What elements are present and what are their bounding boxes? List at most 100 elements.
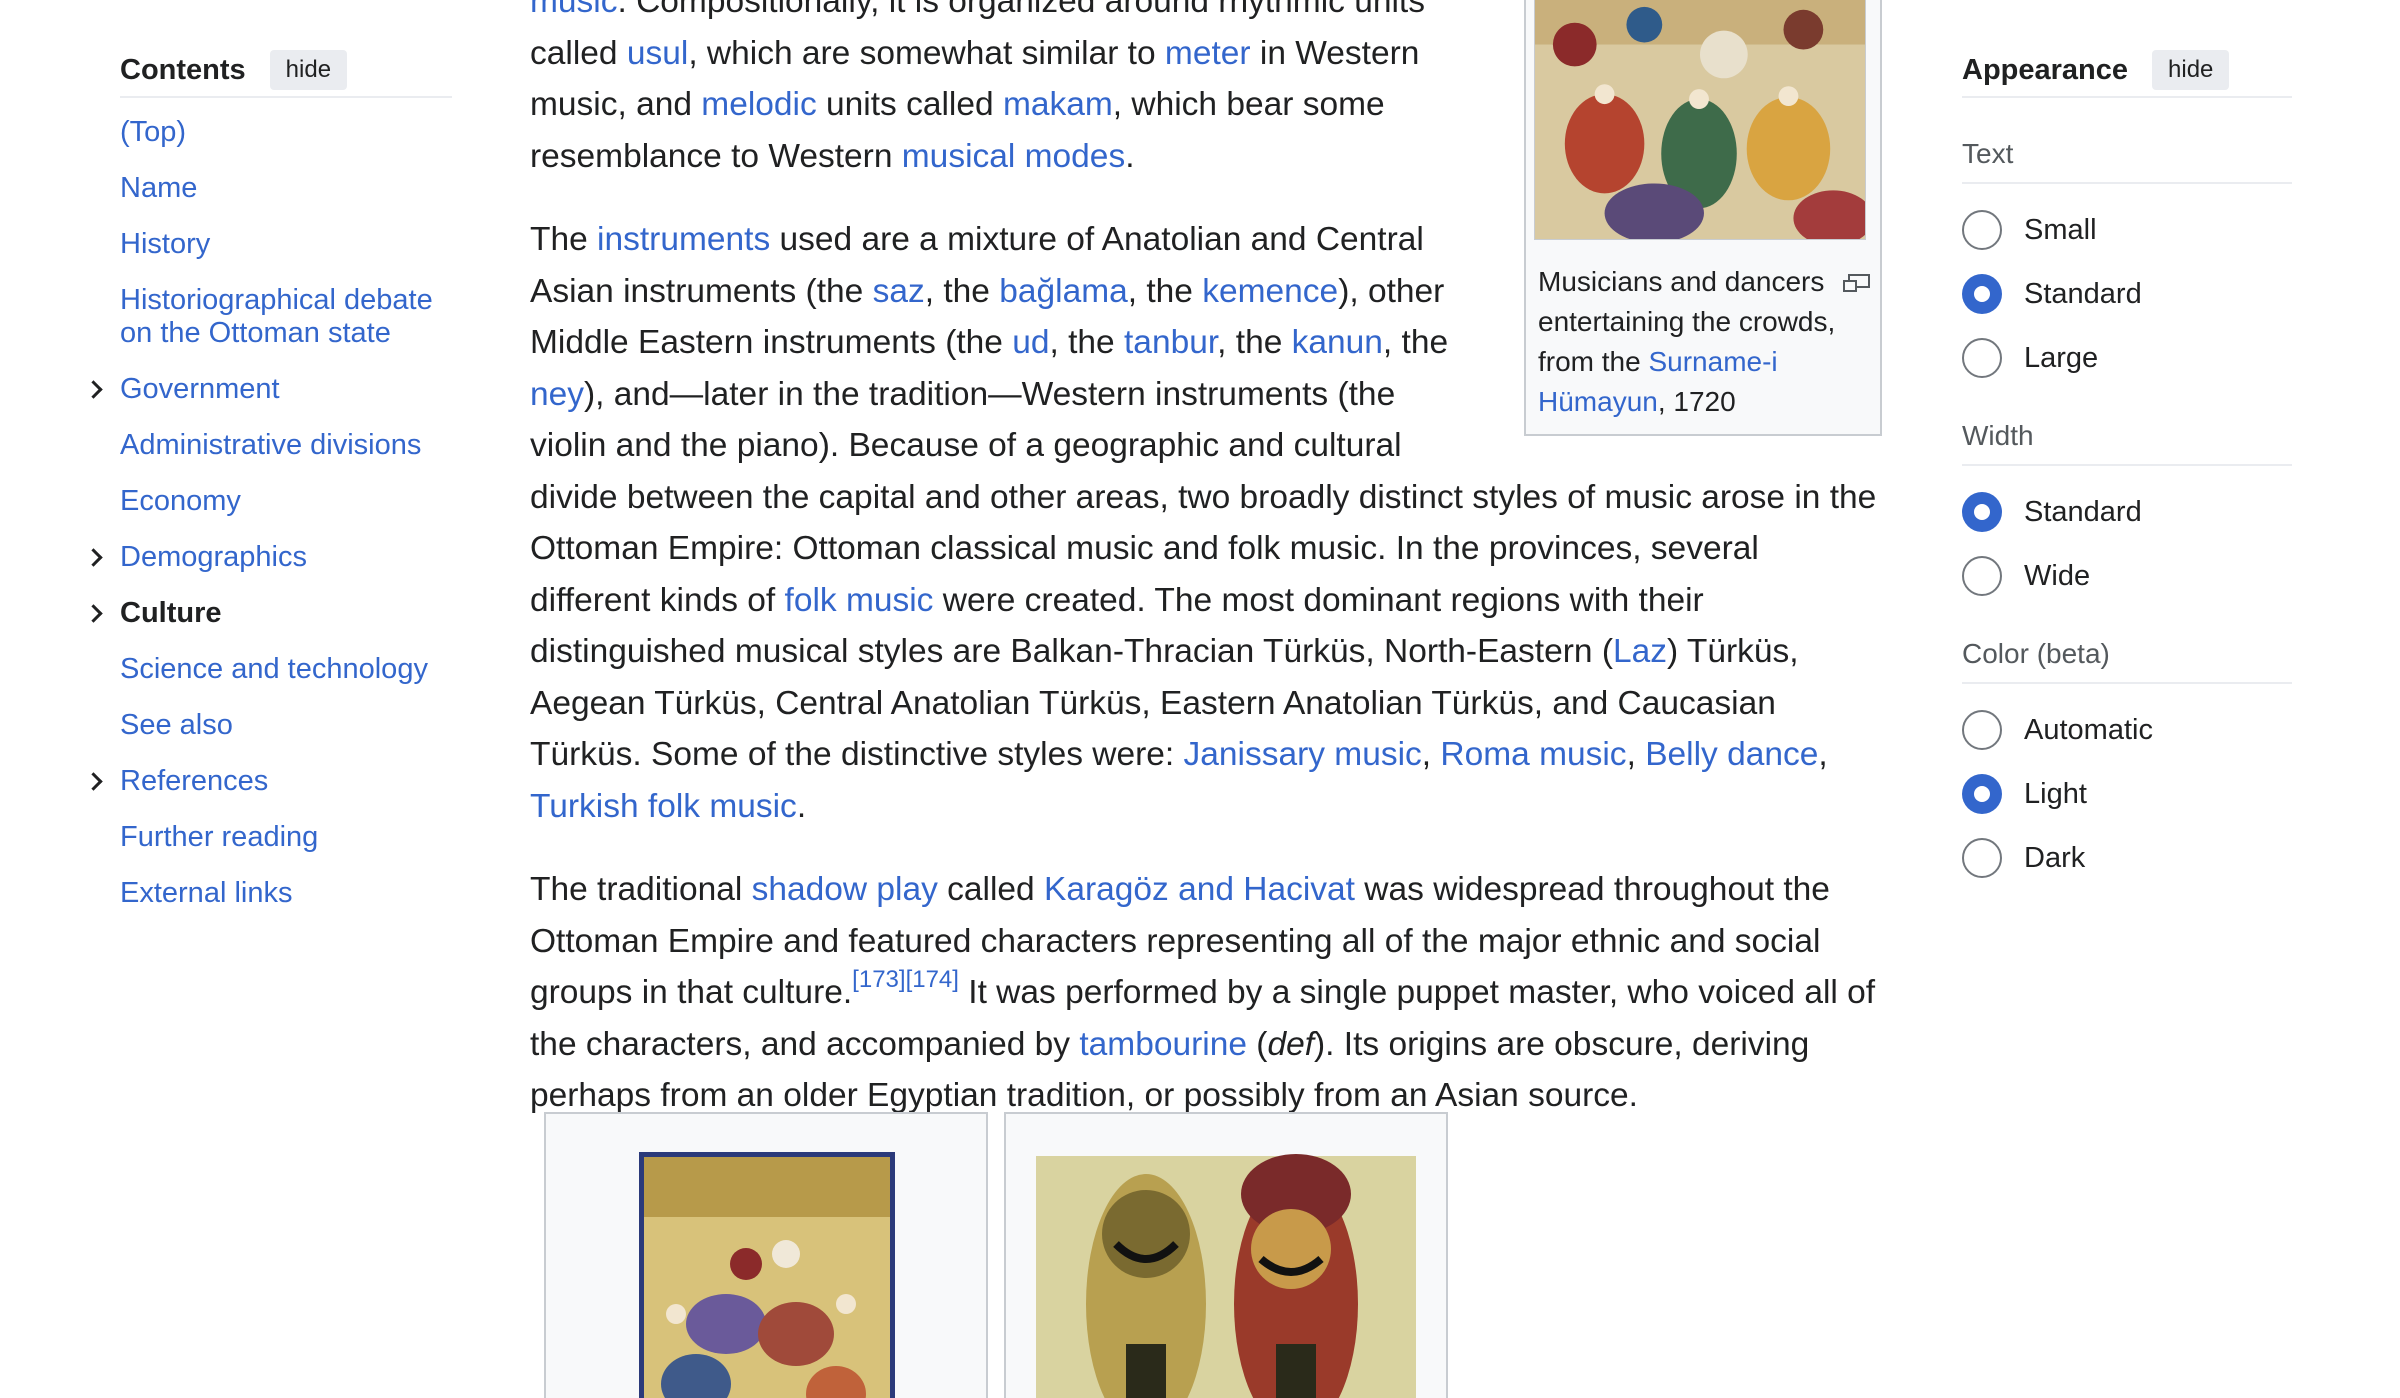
chevron-right-icon[interactable] [83, 765, 108, 798]
text-size-small-option[interactable]: Small [1962, 198, 2292, 262]
radio-unchecked[interactable] [1962, 838, 2002, 878]
color-dark-option[interactable]: Dark [1962, 826, 2292, 890]
chevron-right-icon[interactable] [83, 597, 108, 630]
color-label: Color (beta) [1962, 638, 2292, 684]
toc-item-name[interactable]: Name [120, 172, 452, 205]
link-kanun[interactable]: kanun [1292, 324, 1383, 361]
toc-item-label[interactable]: Government [120, 373, 280, 405]
paragraph-text: , [1626, 736, 1646, 773]
chevron-right-icon[interactable] [83, 373, 108, 406]
toc-item-label[interactable]: (Top) [120, 116, 186, 148]
radio-checked[interactable] [1962, 274, 2002, 314]
miniature-painting[interactable] [546, 1114, 986, 1398]
link-karagoz-hacivat[interactable]: Karagöz and Hacivat [1044, 871, 1355, 908]
link-melodic[interactable]: melodic [701, 86, 816, 123]
link-tanbur[interactable]: tanbur [1124, 324, 1217, 361]
toc-item-top[interactable]: (Top) [120, 116, 452, 149]
link-ud[interactable]: ud [1012, 324, 1049, 361]
paragraph-text: , [1818, 736, 1828, 773]
paragraph-text: units called [816, 86, 1003, 123]
radio-unchecked[interactable] [1962, 710, 2002, 750]
karagoz-puppets-image[interactable] [1006, 1114, 1446, 1398]
link-musical-modes[interactable]: musical modes [902, 138, 1125, 175]
link-music[interactable]: music [530, 0, 617, 20]
gallery-item [1004, 1112, 1448, 1398]
toc-item-label[interactable]: Science and technology [120, 653, 428, 685]
toc-item-administrative-divisions[interactable]: Administrative divisions [120, 429, 452, 462]
color-automatic-option[interactable]: Automatic [1962, 698, 2292, 762]
color-options: Automatic Light Dark [1962, 698, 2292, 890]
option-label: Standard [2024, 277, 2142, 310]
width-wide-option[interactable]: Wide [1962, 544, 2292, 608]
toc-item-historiographical-debate[interactable]: Historiographical debate on the Ottoman … [120, 284, 452, 350]
toc-hide-button[interactable]: hide [269, 50, 348, 90]
toc-item-science-technology[interactable]: Science and technology [120, 653, 452, 686]
text-size-options: Small Standard Large [1962, 198, 2292, 390]
link-roma-music[interactable]: Roma music [1440, 736, 1626, 773]
citation-link-173[interactable]: [173] [852, 966, 905, 993]
thumbnail-figure: Musicians and dancers entertaining the c… [1524, 0, 1882, 436]
toc-item-label[interactable]: External links [120, 877, 292, 909]
toc-title: Contents [120, 53, 246, 86]
link-saz[interactable]: saz [873, 273, 925, 310]
toc-item-history[interactable]: History [120, 228, 452, 261]
paragraph-text: ( [1246, 1025, 1268, 1063]
text-size-standard-option[interactable]: Standard [1962, 262, 2292, 326]
radio-checked[interactable] [1962, 492, 2002, 532]
toc-item-economy[interactable]: Economy [120, 485, 452, 518]
chevron-right-icon[interactable] [83, 541, 108, 574]
radio-unchecked[interactable] [1962, 338, 2002, 378]
link-ney[interactable]: ney [530, 376, 584, 413]
paragraph-text: The traditional [530, 871, 752, 908]
toc-item-label[interactable]: Economy [120, 485, 241, 517]
toc-item-label[interactable]: Culture [120, 597, 222, 629]
link-shadow-play[interactable]: shadow play [752, 871, 938, 908]
link-tambourine[interactable]: tambourine [1079, 1026, 1247, 1063]
link-folk-music[interactable]: folk music [785, 582, 934, 619]
option-label: Standard [2024, 495, 2142, 528]
toc-item-label[interactable]: References [120, 765, 268, 797]
link-laz[interactable]: Laz [1613, 633, 1667, 670]
radio-unchecked[interactable] [1962, 210, 2002, 250]
text-size-large-option[interactable]: Large [1962, 326, 2292, 390]
toc-item-culture[interactable]: Culture [83, 597, 452, 630]
radio-unchecked[interactable] [1962, 556, 2002, 596]
toc-item-label[interactable]: Historiographical debate on the Ottoman … [120, 284, 433, 349]
link-usul[interactable]: usul [627, 35, 688, 72]
toc-item-label[interactable]: Name [120, 172, 197, 204]
toc-item-demographics[interactable]: Demographics [83, 541, 452, 574]
link-kemence[interactable]: kemence [1202, 273, 1338, 310]
toc-item-government[interactable]: Government [83, 373, 452, 406]
toc-item-see-also[interactable]: See also [120, 709, 452, 742]
link-janissary-music[interactable]: Janissary music [1184, 736, 1422, 773]
toc-item-references[interactable]: References [83, 765, 452, 798]
toc-item-label[interactable]: History [120, 228, 210, 260]
link-instruments[interactable]: instruments [597, 221, 770, 258]
radio-checked[interactable] [1962, 774, 2002, 814]
toc-item-label[interactable]: Further reading [120, 821, 318, 853]
paragraph-text: called [937, 871, 1044, 908]
width-standard-option[interactable]: Standard [1962, 480, 2292, 544]
musicians-dancers-painting[interactable] [1534, 0, 1873, 246]
toc-item-further-reading[interactable]: Further reading [120, 821, 452, 854]
paragraph-text: , the [1382, 324, 1449, 361]
toc-item-label[interactable]: See also [120, 709, 233, 741]
magnify-icon[interactable] [1843, 273, 1870, 292]
link-meter[interactable]: meter [1165, 35, 1251, 72]
toc-item-external-links[interactable]: External links [120, 877, 452, 910]
toc-item-label[interactable]: Demographics [120, 541, 307, 573]
caption-text: , 1720 [1657, 385, 1736, 417]
toc-item-label[interactable]: Administrative divisions [120, 429, 421, 461]
link-turkish-folk-music[interactable]: Turkish folk music [530, 788, 797, 825]
option-label: Light [2024, 777, 2087, 810]
link-belly-dance[interactable]: Belly dance [1645, 736, 1818, 773]
toc-header: Contents hide [120, 48, 452, 98]
link-baglama[interactable]: bağlama [999, 273, 1128, 310]
citation-link-174[interactable]: [174] [906, 966, 959, 993]
appearance-hide-button[interactable]: hide [2152, 50, 2230, 90]
color-light-option[interactable]: Light [1962, 762, 2292, 826]
article-content: Musicians and dancers entertaining the c… [530, 0, 1882, 1154]
paragraph-text: , [1421, 736, 1441, 773]
link-makam[interactable]: makam [1003, 86, 1113, 123]
option-label: Large [2024, 341, 2099, 374]
